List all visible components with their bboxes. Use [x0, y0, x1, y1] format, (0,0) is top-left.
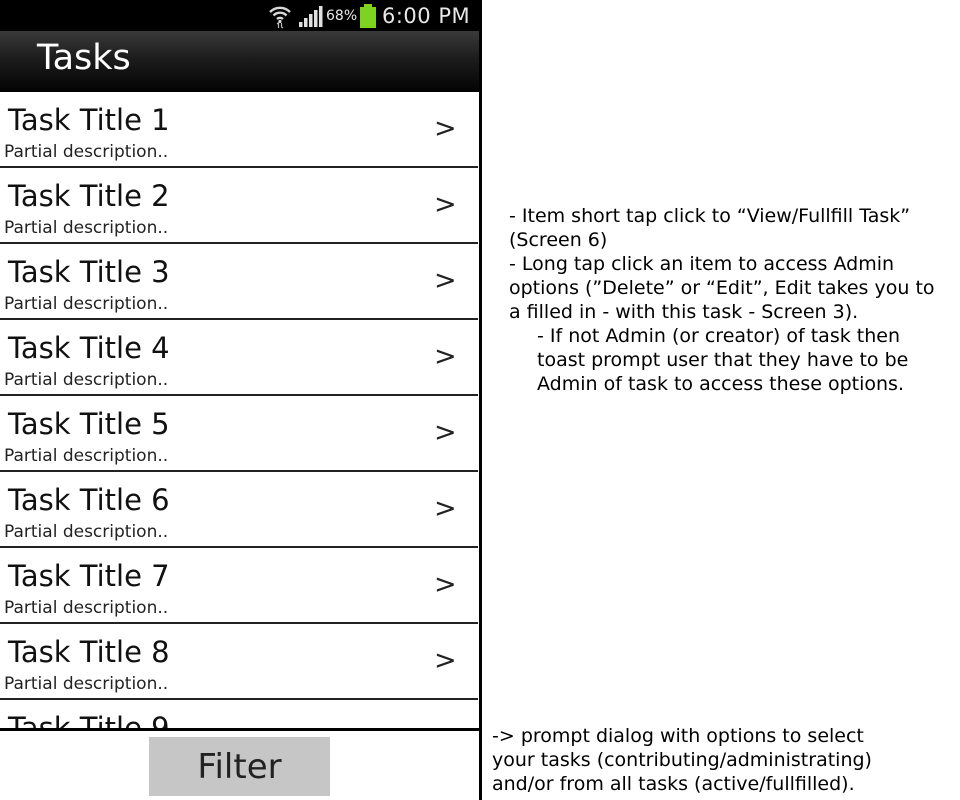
annotation-line: and/or from all tasks (active/fullfilled… — [492, 773, 855, 795]
task-list-item[interactable]: Task Title 6 Partial description.. > — [0, 472, 478, 548]
task-list-item[interactable]: Task Title 5 Partial description.. > — [0, 396, 478, 472]
filter-annotation: -> prompt dialog with options to select … — [492, 724, 872, 796]
phone-divider — [479, 0, 482, 800]
title-bar: Tasks — [0, 31, 480, 92]
task-description: Partial description.. — [4, 142, 169, 162]
task-list[interactable]: Task Title 1 Partial description.. > Tas… — [0, 92, 478, 728]
task-description: Partial description.. — [4, 218, 169, 238]
annotation-line: options (”Delete” or “Edit”, Edit takes … — [509, 277, 935, 299]
task-title: Task Title 4 — [8, 331, 170, 365]
task-list-item[interactable]: Task Title 8 Partial description.. > — [0, 624, 478, 700]
annotation-line: Admin of task to access these options. — [537, 373, 904, 395]
filter-button[interactable]: Filter — [149, 737, 330, 796]
annotation-line: your tasks (contributing/administrating) — [492, 749, 872, 771]
task-description: Partial description.. — [4, 370, 169, 390]
task-title: Task Title 3 — [8, 255, 170, 289]
task-list-item[interactable]: Task Title 2 Partial description.. > — [0, 168, 478, 244]
status-bar: 68% 6:00 PM — [0, 0, 480, 31]
task-title: Task Title 7 — [8, 559, 170, 593]
chevron-right-icon: > — [434, 265, 457, 296]
signal-icon — [298, 0, 324, 31]
task-description: Partial description.. — [4, 446, 169, 466]
task-list-item[interactable]: Task Title 3 Partial description.. > — [0, 244, 478, 320]
bottom-bar: Filter — [0, 728, 480, 800]
wifi-icon — [268, 0, 292, 31]
list-annotation: - Item short tap click to “View/Fullfill… — [509, 204, 935, 396]
battery-icon — [359, 0, 377, 31]
chevron-right-icon: > — [434, 417, 457, 448]
annotation-line: - Item short tap click to “View/Fullfill… — [509, 205, 911, 227]
task-description: Partial description.. — [4, 674, 169, 694]
phone-screen: 68% 6:00 PM Tasks Task Title 1 Partial d… — [0, 0, 480, 800]
task-list-item[interactable]: Task Title 7 Partial description.. > — [0, 548, 478, 624]
annotation-line: - Long tap click an item to access Admin — [509, 253, 895, 275]
task-list-item[interactable]: Task Title 4 Partial description.. > — [0, 320, 478, 396]
chevron-right-icon: > — [434, 341, 457, 372]
task-list-item[interactable]: Task Title 1 Partial description.. > — [0, 92, 478, 168]
annotation-line: (Screen 6) — [509, 229, 608, 251]
annotation-line: toast prompt user that they have to be — [537, 349, 909, 371]
task-list-item[interactable]: Task Title 9 — [0, 700, 478, 728]
chevron-right-icon: > — [434, 493, 457, 524]
annotation-line: - If not Admin (or creator) of task then — [537, 325, 900, 347]
page-title: Tasks — [37, 38, 131, 78]
task-title: Task Title 6 — [8, 483, 170, 517]
annotation-line: a filled in - with this task - Screen 3)… — [509, 301, 859, 323]
chevron-right-icon: > — [434, 189, 457, 220]
chevron-right-icon: > — [434, 645, 457, 676]
task-title: Task Title 1 — [8, 103, 170, 137]
status-time: 6:00 PM — [382, 3, 471, 28]
task-title: Task Title 8 — [8, 635, 170, 669]
annotation-line: -> prompt dialog with options to select — [492, 725, 864, 747]
task-description: Partial description.. — [4, 294, 169, 314]
chevron-right-icon: > — [434, 113, 457, 144]
battery-percent: 68% — [326, 7, 358, 24]
task-description: Partial description.. — [4, 598, 169, 618]
task-description: Partial description.. — [4, 522, 169, 542]
task-title: Task Title 2 — [8, 179, 170, 213]
task-title: Task Title 9 — [8, 711, 170, 728]
chevron-right-icon: > — [434, 569, 457, 600]
task-title: Task Title 5 — [8, 407, 170, 441]
